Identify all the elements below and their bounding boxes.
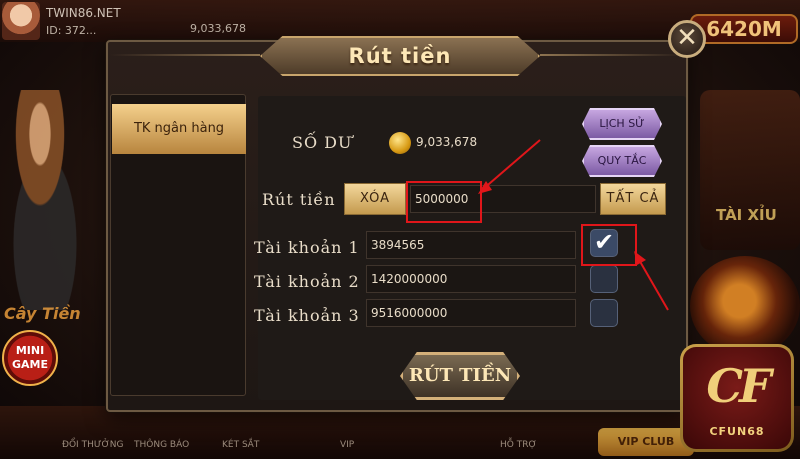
cf-logo-text: CFUN68 (709, 425, 765, 438)
arrow-line-amount (481, 139, 541, 191)
cf-logo-mark: CF (706, 359, 771, 413)
cf-logo-inner: CF CFUN68 (683, 347, 791, 449)
arrow-head-checkbox (634, 251, 646, 265)
cf-logo: CF CFUN68 (680, 344, 794, 452)
arrow-line-checkbox (637, 257, 669, 311)
